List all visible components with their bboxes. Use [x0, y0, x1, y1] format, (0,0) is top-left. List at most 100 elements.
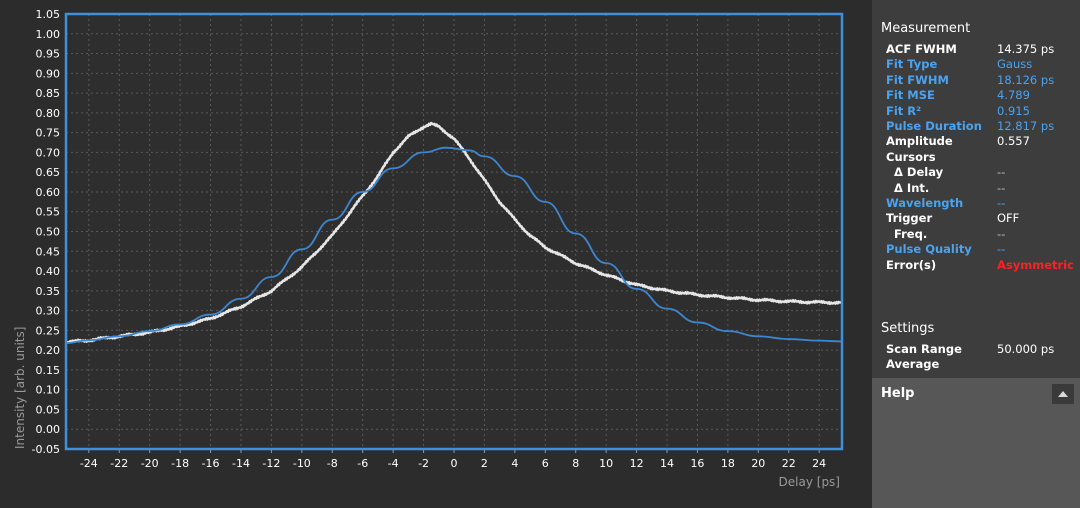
- measurement-row: Amplitude 0.557: [886, 134, 1076, 150]
- x-tick-label: 2: [481, 457, 488, 470]
- x-tick-label: 6: [542, 457, 549, 470]
- settings-title: Settings: [881, 321, 935, 336]
- x-tick-label: 4: [511, 457, 518, 470]
- y-tick-label: -0.05: [32, 443, 60, 456]
- measurement-row: Δ Delay --: [886, 165, 1076, 181]
- x-tick-label: 20: [751, 457, 765, 470]
- x-tick-label: -12: [262, 457, 280, 470]
- y-tick-label: 0.85: [36, 87, 61, 100]
- measurement-label: ACF FWHM: [886, 42, 957, 56]
- x-tick-label: -24: [80, 457, 98, 470]
- measurement-row: Pulse Duration 12.817 ps: [886, 119, 1076, 135]
- y-tick-label: 0.10: [36, 384, 61, 397]
- y-tick-label: 0.50: [36, 226, 61, 239]
- measurement-value: Gauss: [997, 57, 1033, 72]
- measurement-label: Wavelength: [886, 196, 964, 210]
- help-collapse-button[interactable]: [1052, 384, 1074, 404]
- y-tick-label: 0.95: [36, 48, 61, 61]
- measurement-row: ACF FWHM 14.375 ps: [886, 42, 1076, 58]
- plot-area: -24 -22 -20 -18 -16 -14 -12 -10 -8 -6 -4 -2 0 2 4 6 8 10 1…: [0, 0, 872, 508]
- y-tick-label: 0.60: [36, 186, 61, 199]
- measurement-row: Trigger OFF: [886, 211, 1076, 227]
- y-tick-label: 0.05: [36, 403, 61, 416]
- y-tick-label: 0.00: [36, 423, 61, 436]
- measurement-value: --: [997, 165, 1006, 180]
- measurement-row: Fit Type Gauss: [886, 57, 1076, 73]
- chevron-up-icon: [1058, 391, 1068, 397]
- x-tick-label: -4: [388, 457, 399, 470]
- settings-row: Average: [886, 357, 1076, 373]
- measurement-value: --: [997, 180, 1006, 195]
- measurement-label: Amplitude: [886, 134, 953, 149]
- measurement-label: Δ Int.: [886, 180, 930, 195]
- x-tick-label: -8: [327, 457, 338, 470]
- x-tick-label: 22: [782, 457, 796, 470]
- measurement-row: Wavelength --: [886, 196, 1076, 212]
- measurement-value: 14.375 ps: [997, 42, 1055, 56]
- measurement-label: Fit Type: [886, 57, 938, 72]
- measurement-value: 12.817 ps: [997, 119, 1055, 133]
- measurement-label: Fit R²: [886, 103, 922, 118]
- y-tick-label: 0.80: [36, 107, 61, 120]
- help-bar[interactable]: Help: [872, 378, 1080, 508]
- measurement-value: 0.915: [997, 103, 1030, 118]
- x-tick-label: 14: [660, 457, 674, 470]
- measurement-label: Pulse Duration: [886, 119, 982, 133]
- x-tick-label: 16: [690, 457, 704, 470]
- y-axis-title: Intensity [arb. units]: [13, 327, 27, 449]
- measurement-row: Error(s) Asymmetric: [886, 258, 1076, 274]
- measurement-value: --: [997, 242, 1006, 257]
- delay-intensity-chart: -24 -22 -20 -18 -16 -14 -12 -10 -8 -6 -4 -2 0 2 4 6 8 10 1…: [13, 8, 844, 489]
- x-tick-label: 24: [812, 457, 826, 470]
- measurement-label: Pulse Quality: [886, 242, 972, 257]
- settings-label: Average: [886, 357, 940, 372]
- measurement-row: Freq. --: [886, 227, 1076, 243]
- measurement-row: Pulse Quality --: [886, 242, 1076, 258]
- measurement-title: Measurement: [881, 21, 971, 36]
- y-tick-label: 0.55: [36, 206, 61, 219]
- y-tick-label: 0.40: [36, 265, 61, 278]
- y-tick-label: 0.75: [36, 127, 61, 140]
- measurement-row: Δ Int. --: [886, 181, 1076, 197]
- x-tick-label: -6: [357, 457, 368, 470]
- measurement-label: Δ Delay: [886, 165, 944, 180]
- x-tick-label: -22: [110, 457, 128, 470]
- measurement-row: Cursors: [886, 150, 1076, 166]
- y-tick-label: 1.00: [36, 28, 61, 41]
- measurement-value: 0.557: [997, 134, 1030, 149]
- measurement-value: 4.789: [997, 88, 1030, 103]
- help-label: Help: [881, 386, 915, 401]
- y-tick-label: 0.25: [36, 324, 61, 337]
- x-tick-label: -18: [171, 457, 189, 470]
- measurement-label: Fit FWHM: [886, 72, 949, 87]
- measurement-label: Freq.: [886, 226, 928, 241]
- measurement-label: Error(s): [886, 257, 937, 272]
- y-tick-label: 0.90: [36, 67, 61, 80]
- measurement-label: Trigger: [886, 211, 933, 226]
- measurement-value: --: [997, 226, 1006, 241]
- x-tick-label: 12: [630, 457, 644, 470]
- measurement-label: Fit MSE: [886, 88, 935, 103]
- measurement-value: --: [997, 196, 1006, 210]
- measurement-row: Fit MSE 4.789: [886, 88, 1076, 104]
- y-tick-label: 1.05: [36, 8, 61, 21]
- x-tick-label: 0: [451, 457, 458, 470]
- settings-row: Scan Range 50.000 ps: [886, 342, 1076, 358]
- settings-value: 50.000 ps: [997, 342, 1055, 356]
- side-panel: Measurement ACF FWHM 14.375 ps Fit Type Gau…: [872, 0, 1080, 508]
- measurement-label: Cursors: [886, 149, 936, 164]
- x-tick-label: 8: [572, 457, 579, 470]
- measurement-value: Asymmetric: [997, 257, 1074, 272]
- measurement-panel[interactable]: Measurement ACF FWHM 14.375 ps Fit Type Gau…: [872, 0, 1080, 378]
- x-tick-label: -2: [418, 457, 429, 470]
- x-axis-title: Delay [ps]: [779, 475, 840, 489]
- y-tick-label: 0.45: [36, 245, 61, 258]
- x-tick-label: 10: [599, 457, 613, 470]
- x-tick-label: -10: [293, 457, 311, 470]
- x-tick-label: -14: [232, 457, 250, 470]
- y-tick-label: 0.65: [36, 166, 61, 179]
- measurement-row: Fit FWHM 18.126 ps: [886, 73, 1076, 89]
- measurement-row: Fit R² 0.915: [886, 104, 1076, 120]
- x-tick-label: -20: [141, 457, 159, 470]
- y-tick-label: 0.35: [36, 285, 61, 298]
